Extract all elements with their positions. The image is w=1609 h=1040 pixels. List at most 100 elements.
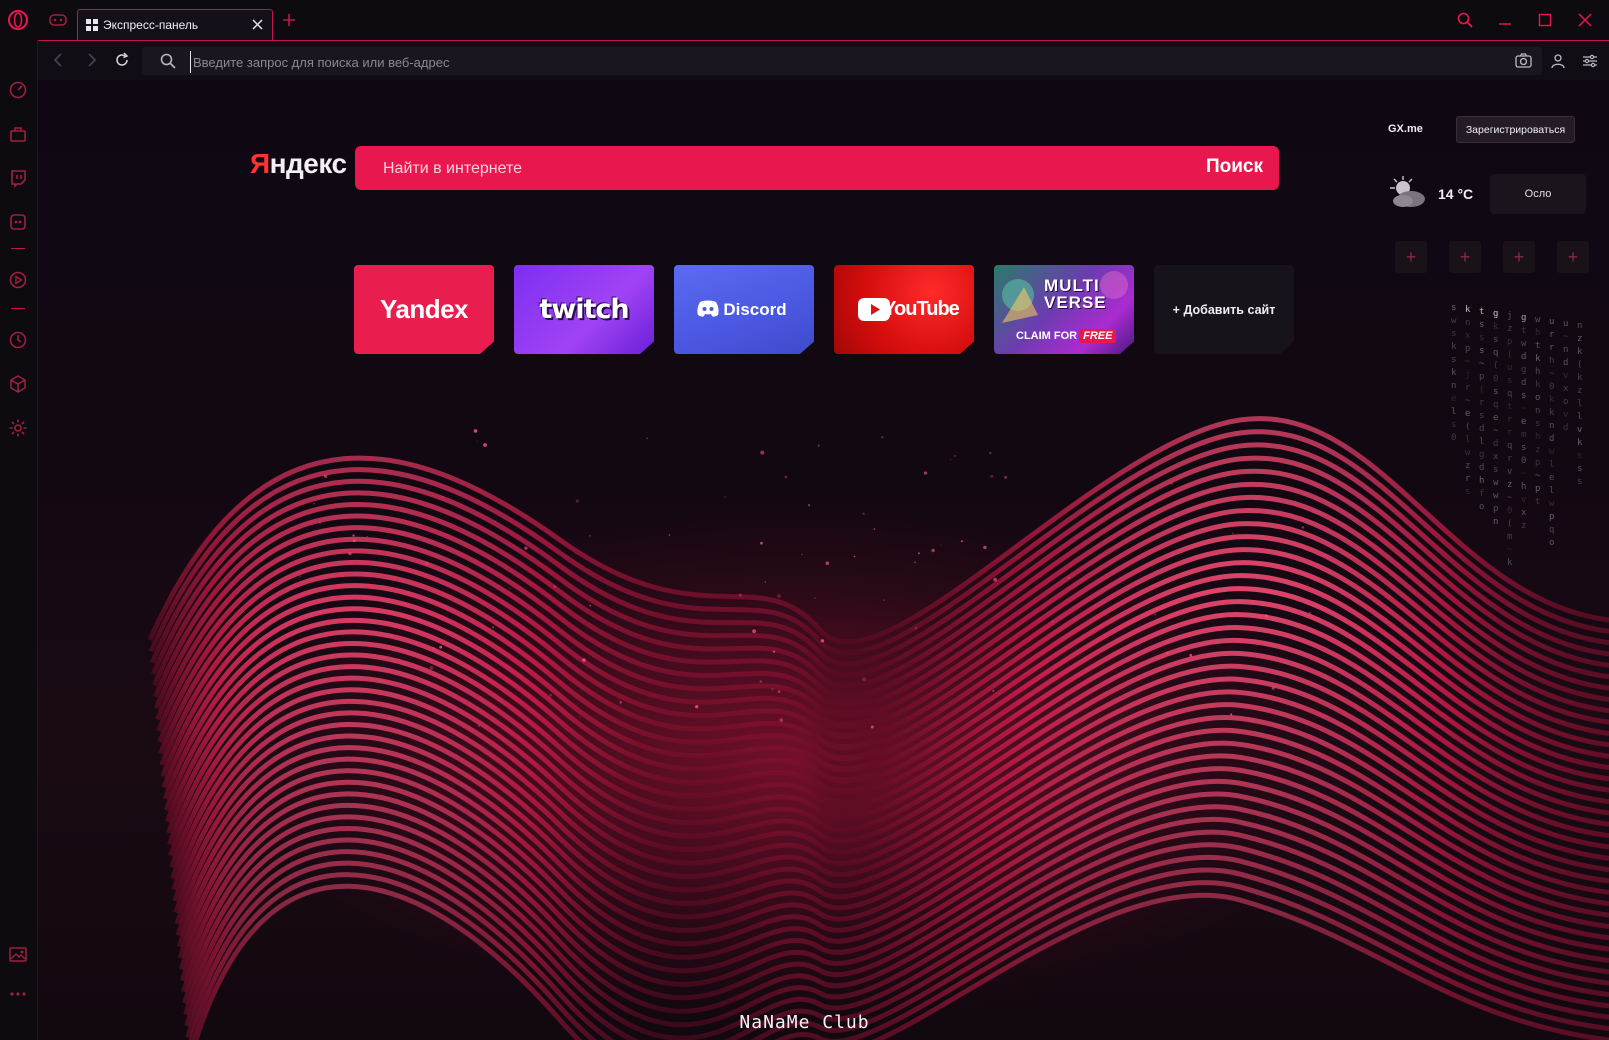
add-site-label: + Добавить сайт (1172, 302, 1276, 317)
bag-icon[interactable] (8, 124, 28, 144)
dust-particle (431, 646, 436, 651)
back-icon[interactable] (51, 52, 67, 68)
speed-dial-discord[interactable]: Discord (674, 265, 814, 354)
search-button[interactable]: Поиск (1206, 156, 1263, 178)
dust-particle (760, 541, 763, 545)
dust-particle (759, 680, 762, 683)
gx-me-label: GX.me (1388, 123, 1423, 135)
matrix-glyph: g (1521, 313, 1526, 323)
matrix-glyph: k (1451, 368, 1457, 378)
matrix-glyph: l (1577, 399, 1582, 409)
dust-particle (313, 502, 315, 505)
add-widget-slot[interactable]: + (1557, 241, 1589, 273)
twitch-icon[interactable] (8, 168, 28, 188)
dust-particle (1308, 611, 1311, 614)
dust-particle (772, 650, 776, 653)
register-button[interactable]: Зарегистрироваться (1456, 116, 1575, 143)
matrix-glyph: s (1535, 419, 1540, 429)
city-selector[interactable]: Осло (1490, 174, 1586, 214)
dust-particle (668, 534, 670, 536)
add-site-tile[interactable]: + Добавить сайт (1154, 265, 1294, 354)
matrix-glyph: z (1507, 324, 1512, 334)
dust-particle (318, 521, 322, 525)
camera-icon[interactable] (1515, 53, 1532, 68)
dust-particle (589, 604, 591, 607)
speed-dial-yandex[interactable]: Yandex (354, 265, 494, 354)
matrix-glyph: p (1493, 504, 1498, 514)
gamepad-icon[interactable] (48, 12, 68, 28)
add-widget-slot[interactable]: + (1395, 241, 1427, 273)
add-widget-slot[interactable]: + (1503, 241, 1535, 273)
speed-dial-multiverse-promo[interactable]: MULTI VERSE CLAIM FOR FREE (994, 265, 1134, 354)
matrix-glyph: z (1535, 445, 1540, 455)
speedometer-icon[interactable] (8, 80, 28, 100)
opera-gx-logo-icon[interactable] (7, 9, 29, 31)
matrix-glyph: x (1465, 331, 1471, 341)
settings-icon[interactable] (8, 418, 28, 438)
minimize-icon[interactable] (1497, 12, 1513, 28)
matrix-glyph: k (1451, 342, 1457, 352)
matrix-glyph: k (1465, 305, 1471, 315)
add-widget-slot[interactable]: + (1449, 241, 1481, 273)
matrix-glyph: t (1535, 341, 1540, 351)
tab-speed-dial[interactable]: Экспресс-панель (77, 9, 273, 40)
search-tabs-icon[interactable] (1457, 12, 1473, 28)
matrix-glyph: z (1577, 386, 1582, 396)
matrix-glyph: 0 (1549, 382, 1554, 392)
matrix-glyph: r (1507, 428, 1513, 438)
speed-dial-twitch[interactable]: twitch (514, 265, 654, 354)
dust-particle (1068, 576, 1070, 579)
matrix-glyph: p (1479, 372, 1484, 382)
window-close-icon[interactable] (1577, 12, 1593, 28)
matrix-glyph: p (1465, 344, 1470, 354)
dust-particle (348, 552, 352, 556)
history-icon[interactable] (8, 330, 28, 350)
matrix-glyph: l (1479, 437, 1484, 447)
cube-icon[interactable] (8, 374, 28, 394)
close-icon[interactable] (251, 18, 264, 31)
matrix-glyph: ( (1507, 519, 1512, 529)
player-icon[interactable] (8, 270, 28, 290)
dust-particle (353, 539, 356, 542)
matrix-glyph: s (1479, 320, 1484, 330)
matrix-glyph: k (1577, 373, 1583, 383)
matrix-glyph: r (1507, 415, 1513, 425)
matrix-glyph: p (1535, 484, 1540, 494)
address-bar[interactable] (142, 47, 1542, 75)
dust-particle (619, 700, 623, 704)
forward-icon[interactable] (83, 52, 99, 68)
matrix-glyph: q (1549, 525, 1554, 535)
dust-particle (914, 627, 918, 630)
address-toolbar (38, 40, 1609, 80)
matrix-glyph: p (1507, 337, 1512, 347)
matrix-glyph: 0 (1451, 433, 1456, 443)
dust-particle (524, 546, 528, 550)
matrix-glyph: s (1479, 333, 1484, 343)
matrix-glyph: s (1521, 391, 1526, 401)
dust-particle (495, 520, 497, 522)
matrix-glyph: ~ (1549, 369, 1555, 379)
matrix-glyph: d (1521, 378, 1526, 388)
matrix-glyph: r (1465, 383, 1471, 393)
matrix-glyph: g (1479, 450, 1484, 460)
yandex-search-input[interactable] (381, 158, 1165, 180)
matrix-glyph: h (1535, 367, 1540, 377)
matrix-glyph: ~ (1479, 359, 1485, 369)
matrix-glyph: o (1479, 502, 1484, 512)
dust-particle (549, 693, 552, 697)
easy-setup-icon[interactable] (1582, 53, 1598, 69)
reload-icon[interactable] (114, 52, 130, 68)
new-tab-icon[interactable] (282, 13, 296, 27)
address-input[interactable] (190, 51, 1445, 73)
gallery-icon[interactable] (8, 944, 28, 964)
account-icon[interactable] (1550, 53, 1566, 69)
maximize-icon[interactable] (1537, 12, 1553, 28)
speed-dial-youtube[interactable]: YouTube (834, 265, 974, 354)
matrix-glyph: s (1479, 411, 1484, 421)
discord-icon[interactable] (8, 212, 28, 232)
matrix-glyph: 0 (1493, 374, 1498, 384)
matrix-glyph: r (1465, 474, 1471, 484)
more-icon[interactable] (8, 984, 28, 1004)
dust-particle (1264, 614, 1269, 618)
dust-particle (439, 645, 443, 649)
